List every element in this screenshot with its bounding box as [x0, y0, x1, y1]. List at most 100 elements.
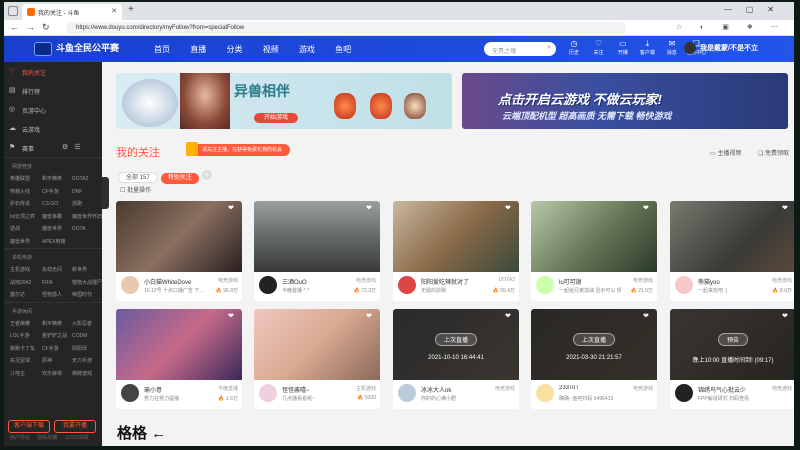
browser-tab[interactable]: 我的关注 - 斗鱼 ✕	[22, 4, 122, 20]
streamer-name[interactable]: 阳阳爱吃辣就对了	[421, 277, 481, 286]
events-extra-icons[interactable]: ⚙☰	[62, 143, 87, 151]
stream-thumbnail[interactable]: ❤	[254, 201, 380, 272]
stream-card[interactable]: ❤ 上次直播 2021-03-30 21:21:57 233ToT 电竞游戏 确确-…	[531, 309, 657, 409]
category-link[interactable]: 欢乐麻将	[42, 368, 72, 381]
stream-thumbnail[interactable]: ❤	[116, 201, 242, 272]
category-link[interactable]: CF手游	[42, 186, 72, 199]
streamer-name[interactable]: 怪怪酱嘻~	[282, 385, 342, 394]
category-link[interactable]: 帝国时代	[72, 289, 102, 302]
stream-card[interactable]: ❤ lu可可谢 电竞游戏 一起给兄弟加油 显示可以 现... 🔥 21.5万	[531, 201, 657, 301]
avatar[interactable]	[259, 384, 277, 402]
category-link[interactable]: 实况足球	[10, 355, 42, 368]
filter-special[interactable]: 特别关注	[160, 173, 199, 184]
category-link[interactable]: CODM	[72, 330, 102, 343]
stream-thumbnail[interactable]: ❤ 预告 晚上10:00 直播时间到! (09:17)	[670, 309, 794, 380]
category-link[interactable]: 和平精英	[42, 318, 72, 331]
streamer-name[interactable]: 233ToT	[559, 385, 619, 391]
follow-heart-icon[interactable]: ❤	[505, 204, 515, 212]
category-link[interactable]: 天刀手游	[72, 355, 102, 368]
start-game-button[interactable]: 开始游戏	[254, 113, 298, 123]
category-link[interactable]: 火影忍者	[72, 318, 102, 331]
category-link[interactable]: CF手游	[42, 343, 72, 356]
category-link[interactable]: APEX英雄	[42, 236, 72, 249]
category-link[interactable]: 主机游戏	[10, 264, 42, 277]
nav-live[interactable]: 直播	[190, 45, 206, 54]
category-link[interactable]: 和平精英	[42, 173, 72, 186]
category-link[interactable]: 跑跑卡丁车	[10, 343, 42, 356]
category-link[interactable]: 塞尔达	[10, 289, 42, 302]
avatar[interactable]	[675, 276, 693, 294]
nav-games[interactable]: 游戏	[299, 45, 315, 54]
category-link[interactable]: 棋牌游戏	[72, 368, 102, 381]
category-link[interactable]: 斗地主	[10, 368, 42, 381]
avatar[interactable]	[259, 276, 277, 294]
stream-card[interactable]: ❤ 怪怪酱嘻~ 主机游戏 几点播看看呢~ 🔥 9320	[254, 309, 380, 409]
follow-heart-icon[interactable]: ❤	[643, 312, 653, 320]
follow-heart-icon[interactable]: ❤	[505, 312, 515, 320]
search-input[interactable]: 无畏之魂 ⌕	[484, 42, 556, 56]
browser-toolbar-icons[interactable]: ☆ ◐ ▣ ❖ ⋯	[676, 23, 786, 31]
site-logo[interactable]: 斗鱼全民公平赛	[34, 41, 119, 57]
messages-button[interactable]: ✉ 消息	[662, 39, 682, 56]
game-banner[interactable]: 异兽相伴 开始游戏	[116, 73, 452, 129]
sidebar-item-webgame[interactable]: ◎ 页游中心	[4, 100, 102, 119]
filter-all[interactable]: 全部 157	[118, 172, 158, 183]
nav-video[interactable]: 视频	[263, 45, 279, 54]
add-group-icon[interactable]: +	[201, 169, 212, 180]
avatar[interactable]	[398, 276, 416, 294]
category-link[interactable]: 英雄联盟	[10, 173, 42, 186]
stream-card[interactable]: ❤ 熊猫yoo 电竞游戏 一起来玩吧 :) 🔥 8.6万	[670, 201, 794, 301]
client-button[interactable]: ⤓ 客户端	[637, 39, 657, 56]
follow-button[interactable]: ♡ 关注	[588, 39, 608, 56]
batch-operation[interactable]: ☐ 批量操作	[120, 185, 151, 194]
stream-card[interactable]: ❤ 上次直播 2021-10-10 16:44:41 冰冰大人ok 电竞游戏 你的的…	[393, 309, 519, 409]
follow-heart-icon[interactable]: ❤	[782, 204, 792, 212]
category-link[interactable]	[72, 236, 102, 249]
category-link[interactable]: 魔兽世界	[10, 236, 42, 249]
free-claim-link[interactable]: ❏ 免费领取	[758, 148, 789, 157]
category-link[interactable]: 植物大战僵尸	[72, 277, 102, 290]
back-icon[interactable]: ←	[10, 22, 19, 32]
tab-actions-icon[interactable]	[8, 6, 18, 16]
sidebar-item-events[interactable]: ⚑ 赛事 ⚙☰	[4, 138, 102, 157]
follow-heart-icon[interactable]: ❤	[782, 312, 792, 320]
category-link[interactable]: lol云顶之弈	[10, 211, 42, 224]
stream-card[interactable]: ❤ 瑜小意 今晚直播 努力在努力提播 🔥 1.6万	[116, 309, 242, 409]
refresh-icon[interactable]: ↻	[42, 22, 50, 33]
sidebar-item-follow[interactable]: ♡ 我的关注	[4, 62, 102, 81]
stream-thumbnail[interactable]: ❤	[254, 309, 380, 380]
category-link[interactable]: 魔兽争霸	[42, 211, 72, 224]
sidebar-collapse-handle[interactable]	[102, 177, 109, 209]
streamer-name[interactable]: 锦绣鸟气心批云少	[698, 385, 758, 394]
category-link[interactable]: FIFA	[42, 277, 72, 290]
category-link[interactable]: 原神	[42, 355, 72, 368]
category-link[interactable]: 炉石传说	[10, 198, 42, 211]
category-link[interactable]: 王者荣耀	[10, 318, 42, 331]
streamer-name[interactable]: 小白猫WhiteDove	[144, 277, 204, 286]
category-link[interactable]: DNF	[72, 186, 102, 199]
user-menu[interactable]: 我是戴蒙/不是不立	[684, 42, 758, 54]
stream-card[interactable]: ❤ 小白猫WhiteDove 电竞游戏 10.12号 十点口播广告 下... 🔥…	[116, 201, 242, 301]
streamer-name[interactable]: 冰冰大人ok	[421, 385, 481, 394]
avatar[interactable]	[536, 276, 554, 294]
stream-thumbnail[interactable]: ❤	[670, 201, 794, 272]
follow-heart-icon[interactable]: ❤	[366, 204, 376, 212]
stream-card[interactable]: ❤ 三酒OuO 电竞游戏 今晚首播 ^ ^ 🔥 72.3万	[254, 201, 380, 301]
follow-heart-icon[interactable]: ❤	[228, 204, 238, 212]
nav-home[interactable]: 首页	[154, 45, 170, 54]
category-link[interactable]: DOTA	[72, 223, 102, 236]
category-link[interactable]: 阴阳师	[72, 343, 102, 356]
stream-thumbnail[interactable]: ❤ 上次直播 2021-03-30 21:21:57	[531, 309, 657, 380]
streamer-name[interactable]: 三酒OuO	[282, 277, 342, 286]
stream-card[interactable]: ❤ 阳阳爱吃辣就对了 DOTA2 无敌的恩赐 🔥 65.4万	[393, 201, 519, 301]
category-link[interactable]: 金铲铲之战	[42, 330, 72, 343]
anchor-video-link[interactable]: ▭ 主播视频	[710, 148, 741, 157]
url-field[interactable]: https://www.douyu.com/directory/myFollow…	[66, 22, 626, 34]
start-broadcast-button[interactable]: 我要开播	[54, 420, 96, 433]
streamer-name[interactable]: lu可可谢	[559, 277, 619, 286]
nav-category[interactable]: 分类	[226, 45, 242, 54]
streamer-name[interactable]: 熊猫yoo	[698, 277, 758, 286]
stream-thumbnail[interactable]: ❤	[393, 201, 519, 272]
sidebar-item-ranking[interactable]: ▤ 排行榜	[4, 81, 102, 100]
close-tab-icon[interactable]: ✕	[111, 7, 117, 15]
